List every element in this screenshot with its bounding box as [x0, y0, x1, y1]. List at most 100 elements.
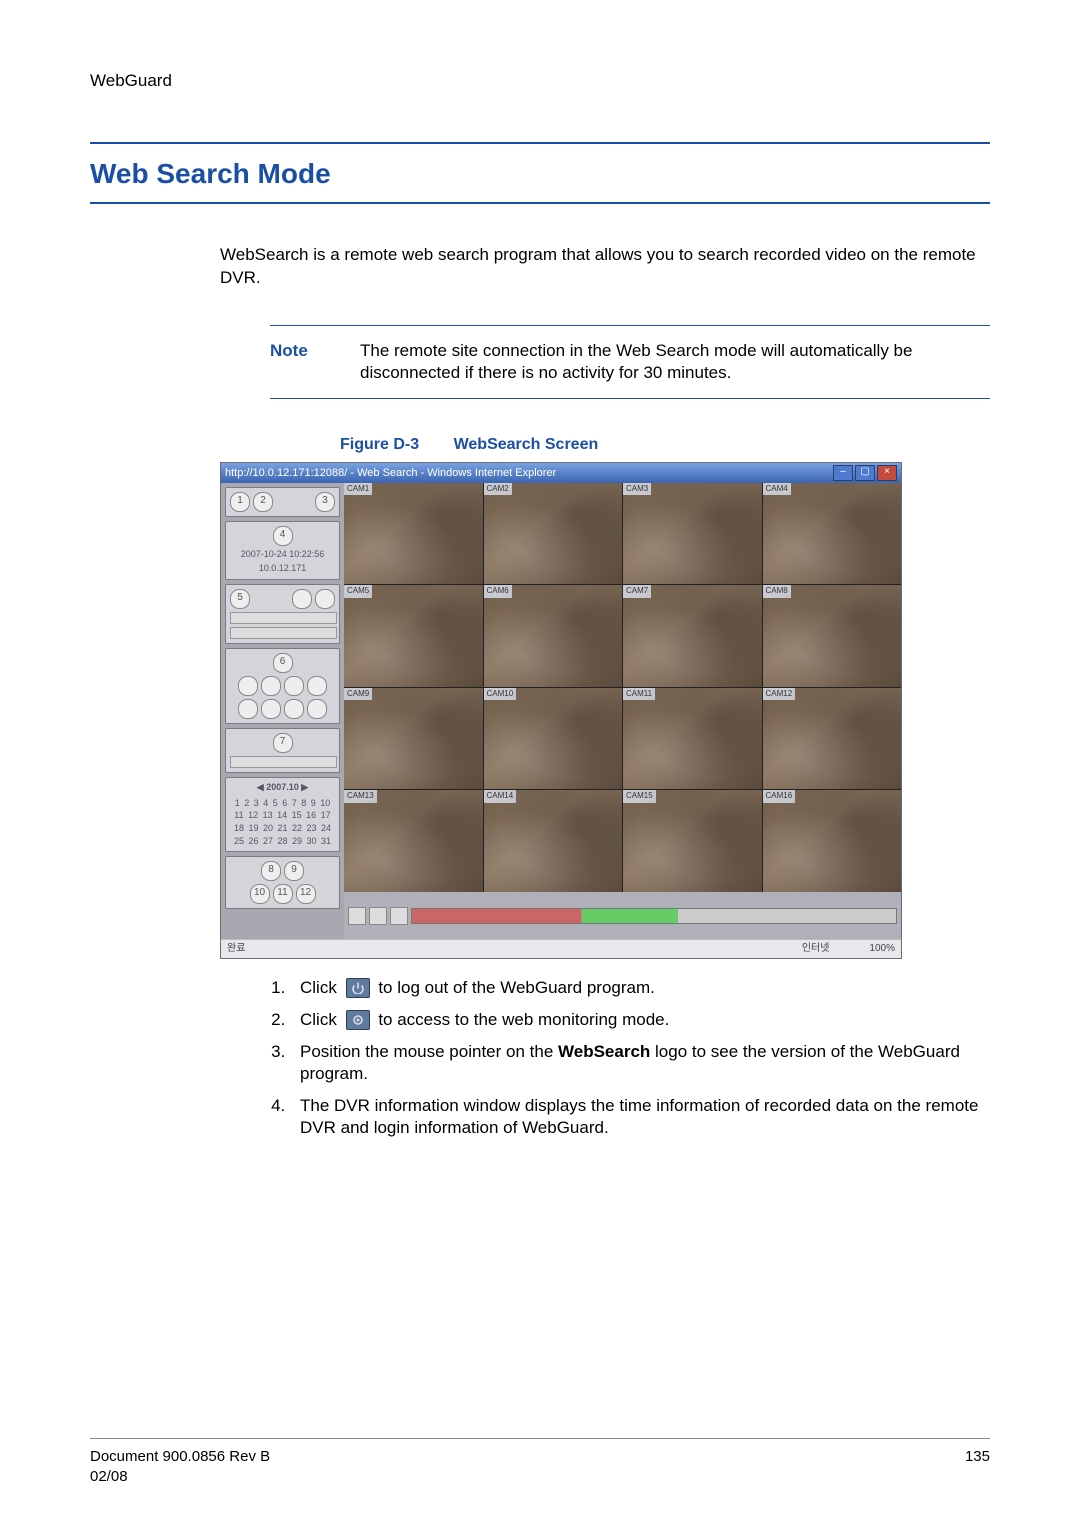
calendar-days[interactable]: 1 2 3 4 5 6 7 8 9 10 11 12 13 14 15 16 1…: [230, 797, 335, 847]
camera-label: CAM1: [344, 483, 372, 495]
camera-label: CAM9: [344, 688, 372, 700]
step-text: The DVR information window displays the …: [300, 1096, 978, 1137]
camera-tile[interactable]: CAM8: [763, 585, 902, 687]
tool-a-icon[interactable]: [292, 589, 312, 609]
camera-tile[interactable]: CAM5: [344, 585, 483, 687]
layout-7-icon[interactable]: [284, 699, 304, 719]
camera-tile[interactable]: CAM1: [344, 483, 483, 585]
logout-button-icon: [346, 978, 370, 998]
camera-grid: CAM1 CAM2 CAM3 CAM4 CAM5 CAM6 CAM7 CAM8 …: [344, 483, 901, 892]
list-item: Click to log out of the WebGuard program…: [290, 977, 990, 999]
camera-tile[interactable]: CAM16: [763, 790, 902, 892]
layout-8-icon[interactable]: [307, 699, 327, 719]
minimize-button[interactable]: –: [833, 465, 853, 481]
camera-label: CAM11: [623, 688, 655, 700]
panel-5-icon[interactable]: 5: [230, 589, 250, 609]
tool-12-icon[interactable]: 12: [296, 884, 316, 904]
camera-tile[interactable]: CAM7: [623, 585, 762, 687]
camera-tile[interactable]: CAM4: [763, 483, 902, 585]
slider-a[interactable]: [230, 612, 337, 624]
list-item: Position the mouse pointer on the WebSea…: [290, 1041, 990, 1085]
camera-label: CAM3: [623, 483, 651, 495]
camera-tile[interactable]: CAM2: [484, 483, 623, 585]
calendar-panel: ◀ 2007.10 ▶ 1 2 3 4 5 6 7 8 9 10 11 12 1…: [225, 777, 340, 852]
section-title: Web Search Mode: [90, 156, 990, 192]
camera-label: CAM4: [763, 483, 791, 495]
window-title: http://10.0.12.171:12088/ - Web Search -…: [225, 466, 556, 480]
info-icon[interactable]: 4: [273, 526, 293, 546]
timeline-track[interactable]: [411, 908, 897, 924]
section-rule-bottom: [90, 202, 990, 204]
tool-8-icon[interactable]: 8: [261, 861, 281, 881]
tool-11-icon[interactable]: 11: [273, 884, 293, 904]
status-internet: 인터넷: [802, 942, 830, 955]
camera-tile[interactable]: CAM10: [484, 688, 623, 790]
note-label: Note: [270, 340, 360, 384]
camera-tile[interactable]: CAM13: [344, 790, 483, 892]
camera-tile[interactable]: CAM12: [763, 688, 902, 790]
step-text: to access to the web monitoring mode.: [378, 1010, 669, 1029]
step-text: Click: [300, 978, 337, 997]
instruction-list: Click to log out of the WebGuard program…: [220, 977, 990, 1140]
panel-6-icon[interactable]: 6: [273, 653, 293, 673]
close-button[interactable]: ×: [877, 465, 897, 481]
footer-date: 02/08: [90, 1467, 270, 1487]
tool-10-icon[interactable]: 10: [250, 884, 270, 904]
camera-label: CAM8: [763, 585, 791, 597]
figure-caption: Figure D-3 WebSearch Screen: [340, 435, 990, 456]
timeline-panel: [344, 892, 901, 940]
window-titlebar: http://10.0.12.171:12088/ - Web Search -…: [221, 463, 901, 483]
step-bold: WebSearch: [558, 1042, 650, 1061]
camera-label: CAM6: [484, 585, 512, 597]
status-left: 완료: [227, 942, 245, 955]
status-zoom: 100%: [869, 942, 895, 955]
layout-1-icon[interactable]: [238, 676, 258, 696]
monitor-icon[interactable]: 2: [253, 492, 273, 512]
tool-9-icon[interactable]: 9: [284, 861, 304, 881]
camera-tile[interactable]: CAM15: [623, 790, 762, 892]
camera-tile[interactable]: CAM9: [344, 688, 483, 790]
note-rule-top: [270, 325, 990, 326]
page-footer: Document 900.0856 Rev B 02/08 135: [90, 1438, 990, 1486]
tool-b-icon[interactable]: [315, 589, 335, 609]
note-rule-bottom: [270, 398, 990, 399]
monitor-mode-button-icon: [346, 1010, 370, 1030]
logout-icon[interactable]: 1: [230, 492, 250, 512]
camera-label: CAM12: [763, 688, 796, 700]
playback-next-icon[interactable]: [390, 907, 408, 925]
dvr-info-panel: 4 2007-10-24 10:22:56 10.0.12.171: [225, 521, 340, 580]
playback-slider[interactable]: [230, 756, 337, 768]
playback-prev-icon[interactable]: [348, 907, 366, 925]
layout-2-icon[interactable]: [261, 676, 281, 696]
list-item: The DVR information window displays the …: [290, 1095, 990, 1139]
logo-icon[interactable]: 3: [315, 492, 335, 512]
websearch-screenshot: http://10.0.12.171:12088/ - Web Search -…: [220, 462, 902, 959]
camera-tile[interactable]: CAM14: [484, 790, 623, 892]
panel-7-icon[interactable]: 7: [273, 733, 293, 753]
section-rule-top: [90, 142, 990, 144]
step-text: Click: [300, 1010, 337, 1029]
footer-page-number: 135: [965, 1447, 990, 1486]
layout-6-icon[interactable]: [261, 699, 281, 719]
figure-number: Figure D-3: [340, 436, 419, 453]
slider-b[interactable]: [230, 627, 337, 639]
info-datetime: 2007-10-24 10:22:56: [230, 549, 335, 561]
playback-play-icon[interactable]: [369, 907, 387, 925]
page-header-title: WebGuard: [90, 70, 990, 92]
camera-label: CAM14: [484, 790, 517, 802]
info-ip: 10.0.12.171: [230, 563, 335, 575]
camera-label: CAM13: [344, 790, 377, 802]
camera-tile[interactable]: CAM6: [484, 585, 623, 687]
section-intro: WebSearch is a remote web search program…: [220, 244, 990, 288]
step-text: to log out of the WebGuard program.: [378, 978, 655, 997]
footer-doc: Document 900.0856 Rev B: [90, 1447, 270, 1467]
layout-5-icon[interactable]: [238, 699, 258, 719]
camera-tile[interactable]: CAM11: [623, 688, 762, 790]
maximize-button[interactable]: ▢: [855, 465, 875, 481]
camera-tile[interactable]: CAM3: [623, 483, 762, 585]
figure-title: WebSearch Screen: [454, 436, 599, 453]
layout-4-icon[interactable]: [307, 676, 327, 696]
camera-label: CAM5: [344, 585, 372, 597]
layout-3-icon[interactable]: [284, 676, 304, 696]
camera-label: CAM7: [623, 585, 651, 597]
